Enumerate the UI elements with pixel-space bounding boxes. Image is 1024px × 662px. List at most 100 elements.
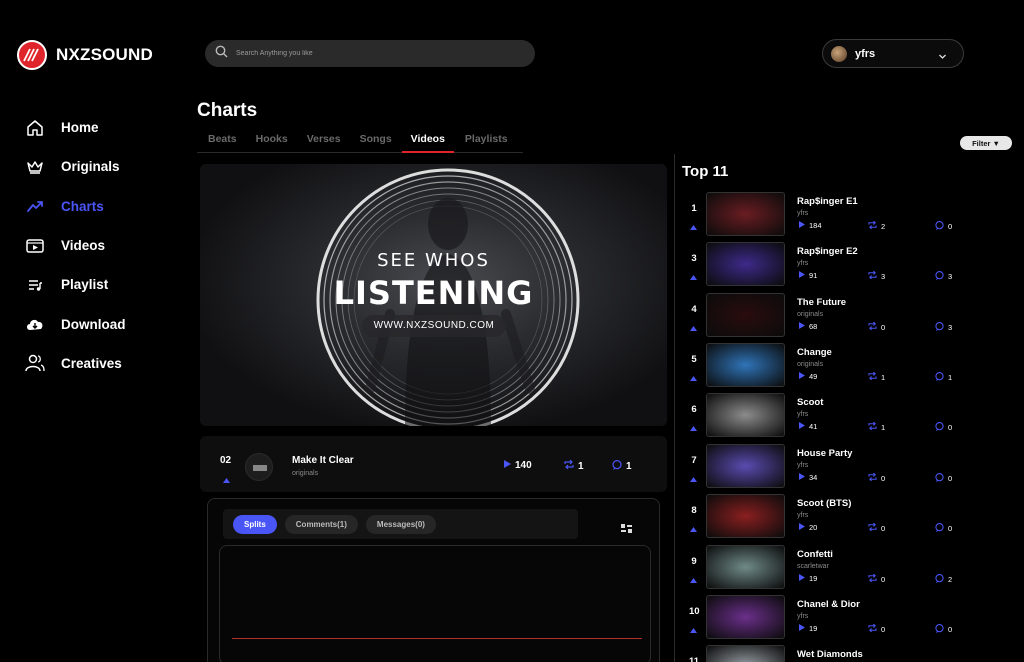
sidebar-item-playlist[interactable]: Playlist — [25, 265, 126, 304]
search-input[interactable] — [236, 50, 516, 57]
brand-name: NXZSOUND — [56, 45, 153, 64]
chart-thumbnail — [706, 595, 785, 639]
rank-up-icon — [690, 469, 697, 487]
chart-artist: yfrs — [797, 210, 809, 217]
chart-item[interactable]: 4 The Future originals 68 0 3 — [682, 293, 982, 343]
chart-rank: 8 — [691, 505, 697, 516]
chart-title: Chanel & Dior — [797, 599, 860, 610]
chart-artist: yfrs — [797, 260, 809, 267]
chart-thumbnail — [706, 545, 785, 589]
chart-rank: 3 — [691, 253, 697, 264]
play-icon — [799, 372, 809, 381]
chart-artist: yfrs — [797, 462, 809, 469]
chart-item[interactable]: 1 Rap$inger E1 yfrs 184 2 0 — [682, 192, 982, 242]
brand-logo[interactable]: NXZSOUND — [17, 40, 153, 70]
comments-count: 1 — [612, 459, 632, 473]
video-icon — [25, 236, 45, 256]
repost-icon — [868, 220, 881, 231]
track-rank: 02 — [220, 455, 232, 466]
page-title: Charts — [197, 100, 258, 121]
tab-messages[interactable]: Messages(0) — [365, 514, 436, 534]
tab-comments[interactable]: Comments(1) — [284, 514, 358, 534]
repost-icon — [868, 472, 881, 483]
sidebar-item-label: Originals — [61, 159, 120, 175]
chart-thumbnail — [706, 645, 785, 662]
user-menu[interactable]: yfrs — [822, 39, 964, 68]
comments-count: 3 — [935, 270, 952, 282]
reposts-count: 0 — [868, 472, 885, 483]
track-details-panel: Splits Comments(1) Messages(0) — [207, 498, 660, 662]
chart-title: Change — [797, 347, 832, 358]
comment-icon — [935, 321, 948, 333]
comments-count: 0 — [935, 623, 952, 635]
chart-rank: 9 — [691, 556, 697, 567]
sidebar-item-label: Charts — [61, 198, 104, 214]
tab-songs[interactable]: Songs — [360, 127, 392, 153]
cloud-download-icon — [25, 314, 45, 334]
reposts-count: 1 — [868, 371, 885, 382]
chart-item[interactable]: 10 Chanel & Dior yfrs 19 0 0 — [682, 595, 982, 645]
chart-title: Scoot — [797, 397, 824, 408]
current-track-row[interactable]: 02 Make It Clear originals 140 1 1 — [200, 436, 667, 492]
reposts-count: 0 — [868, 623, 885, 634]
play-icon — [799, 523, 809, 532]
sidebar-item-videos[interactable]: Videos — [25, 226, 126, 265]
play-icon — [799, 422, 809, 431]
comment-icon — [935, 220, 948, 232]
comments-count: 0 — [935, 220, 952, 232]
chart-item[interactable]: 3 Rap$inger E2 yfrs 91 3 3 — [682, 242, 982, 292]
comment-icon — [935, 371, 948, 383]
video-player[interactable]: SEE WHOS LISTENING WWW.NXZSOUND.COM — [200, 164, 667, 426]
chart-rank: 4 — [691, 304, 697, 315]
chart-item[interactable]: 5 Change originals 49 1 1 — [682, 343, 982, 393]
chart-artist: yfrs — [797, 512, 809, 519]
chart-artist: scarletwar — [797, 563, 829, 570]
comments-count: 2 — [935, 573, 952, 585]
tab-beats[interactable]: Beats — [208, 127, 237, 153]
sidebar-nav: Home Originals Charts Videos Playlist Do… — [25, 108, 126, 383]
rank-up-icon — [690, 418, 697, 436]
tab-splits[interactable]: Splits — [233, 514, 277, 534]
layout-toggle-icon[interactable] — [621, 521, 632, 539]
users-icon — [25, 353, 45, 373]
chart-title: House Party — [797, 448, 853, 459]
repost-icon — [868, 321, 881, 332]
chart-title: Rap$inger E1 — [797, 196, 858, 207]
chart-rank: 7 — [691, 455, 697, 466]
filter-button[interactable]: Filter ▼ — [960, 136, 1012, 150]
search-bar[interactable] — [205, 40, 535, 67]
tab-verses[interactable]: Verses — [307, 127, 341, 153]
play-icon — [799, 624, 809, 633]
chart-item[interactable]: 7 House Party yfrs 34 0 0 — [682, 444, 982, 494]
sidebar-item-charts[interactable]: Charts — [25, 187, 126, 226]
tab-hooks[interactable]: Hooks — [256, 127, 288, 153]
sidebar-item-download[interactable]: Download — [25, 304, 126, 343]
repost-icon — [868, 421, 881, 432]
rank-up-icon — [690, 318, 697, 336]
track-thumbnail — [245, 453, 273, 481]
chart-item[interactable]: 11 Wet Diamonds — [682, 645, 982, 662]
chart-thumbnail — [706, 192, 785, 236]
sidebar-item-home[interactable]: Home — [25, 108, 126, 147]
chart-item[interactable]: 9 Confetti scarletwar 19 0 2 — [682, 545, 982, 595]
chart-item[interactable]: 8 Scoot (BTS) yfrs 20 0 0 — [682, 494, 982, 544]
sidebar-item-label: Playlist — [61, 277, 109, 293]
plays-count: 140 — [504, 460, 532, 471]
rank-up-icon — [690, 368, 697, 386]
chart-item[interactable]: 6 Scoot yfrs 41 1 0 — [682, 393, 982, 443]
tab-videos[interactable]: Videos — [401, 127, 454, 153]
chart-rank: 10 — [689, 606, 700, 617]
tab-playlists[interactable]: Playlists — [465, 127, 508, 153]
comment-icon — [935, 472, 948, 484]
top-chart-title: Top 11 — [682, 163, 729, 180]
chart-thumbnail — [706, 444, 785, 488]
rank-up-icon — [690, 570, 697, 588]
chevron-down-icon — [938, 48, 947, 66]
chart-thumbnail — [706, 293, 785, 337]
chart-title: The Future — [797, 297, 847, 308]
chart-title: Confetti — [797, 549, 833, 560]
chart-thumbnail — [706, 494, 785, 538]
plays-count: 184 — [799, 221, 822, 230]
sidebar-item-creatives[interactable]: Creatives — [25, 344, 126, 383]
sidebar-item-originals[interactable]: Originals — [25, 147, 126, 186]
